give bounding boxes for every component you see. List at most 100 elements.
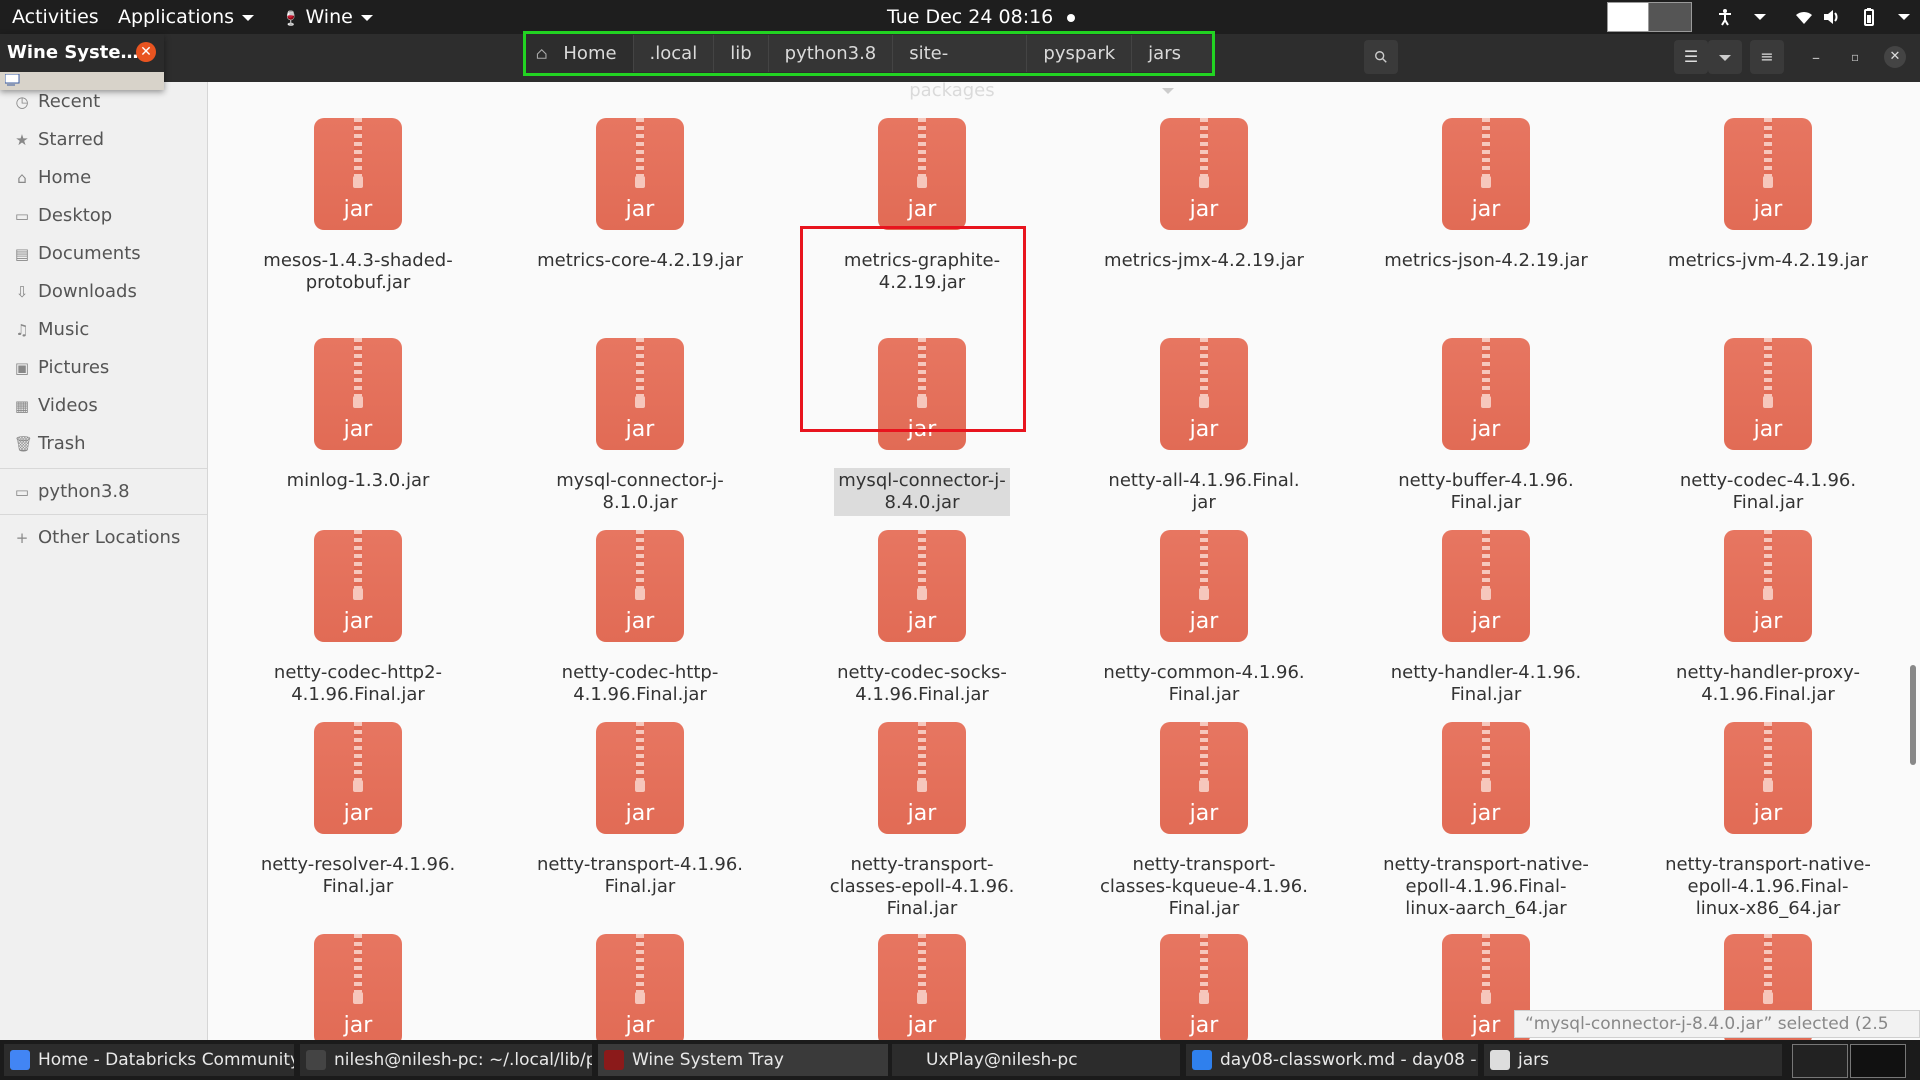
sidebar-item-starred[interactable]: ★ Starred (0, 122, 207, 158)
taskbar-item[interactable]: UxPlay@nilesh-pc (892, 1044, 1180, 1076)
list-view-icon: ☰ (1683, 47, 1699, 66)
taskbar-item[interactable]: Wine System Tray (598, 1044, 888, 1076)
path-crumb-lib[interactable]: lib (714, 35, 769, 72)
sidebar-item-downloads[interactable]: ⇩ Downloads (0, 274, 207, 310)
scrollbar[interactable] (1910, 665, 1916, 765)
file-item[interactable]: jar netty-transport-native-epoll-4.1.96.F… (1376, 722, 1596, 922)
path-crumb-pyspark[interactable]: pyspark (1027, 35, 1133, 72)
file-item[interactable]: jar netty-handler-proxy- 4.1.96.Final.jar (1658, 530, 1878, 708)
file-item[interactable]: jar metrics-core-4.2.19.jar (530, 118, 750, 274)
zipper-icon (636, 530, 644, 588)
wine-icon: 🍷 (282, 11, 300, 27)
file-item[interactable]: jar metrics-jvm-4.2.19.jar (1658, 118, 1878, 274)
minimize-button[interactable]: – (1812, 48, 1820, 67)
taskbar-item[interactable]: jars (1484, 1044, 1782, 1076)
taskbar-item[interactable]: Home - Databricks Community ... (4, 1044, 294, 1076)
workspace-switcher-2[interactable] (1850, 1044, 1906, 1078)
zipper-pull-icon (353, 396, 363, 408)
file-item[interactable]: jar netty-transport-classes-kqueue-4.1.96… (1094, 722, 1314, 922)
taskbar-item[interactable]: nilesh@nilesh-pc: ~/.local/lib/p... (300, 1044, 592, 1076)
file-item[interactable]: jar netty-codec-http- 4.1.96.Final.jar (530, 530, 750, 708)
file-item[interactable]: jarnetty-transport-native-unix-common-4.… (812, 934, 1032, 1040)
sidebar-item-python[interactable]: ▭ python3.8 (0, 474, 207, 510)
taskbar-item[interactable]: day08-classwork.md - day08 - Vi... (1186, 1044, 1478, 1076)
workspace-2[interactable] (1648, 2, 1692, 32)
file-item[interactable]: jar netty-transport-native-epoll-4.1.96.F… (1658, 722, 1878, 922)
jar-archive-icon: jar (314, 118, 402, 230)
sidebar-item-home[interactable]: ⌂ Home (0, 160, 207, 196)
notification-dot-icon (1067, 13, 1076, 22)
wifi-icon[interactable] (1795, 8, 1813, 26)
sidebar-item-trash[interactable]: 🗑 Trash (0, 426, 207, 462)
picture-icon: ▣ (14, 359, 30, 377)
workspace-1[interactable] (1607, 2, 1649, 32)
battery-icon[interactable] (1860, 8, 1878, 26)
file-item[interactable]: jar netty-codec-socks- 4.1.96.Final.jar (812, 530, 1032, 708)
path-crumb-local[interactable]: .local (633, 35, 715, 72)
file-item[interactable]: jar netty-codec-4.1.96. Final.jar (1658, 338, 1878, 516)
maximize-button[interactable]: ▫ (1851, 50, 1859, 64)
sidebar-item-other-locations[interactable]: + Other Locations (0, 520, 207, 556)
sidebar-item-music[interactable]: ♫ Music (0, 312, 207, 348)
path-crumb-jars[interactable]: jars (1132, 35, 1213, 94)
search-button[interactable] (1364, 40, 1398, 74)
zipper-icon (1764, 338, 1772, 396)
volume-icon[interactable] (1822, 8, 1840, 26)
jar-archive-icon: jar (1160, 530, 1248, 642)
file-item[interactable]: jarobjenesis-3.3.jar (1094, 934, 1314, 1040)
menu-button[interactable]: ≡ (1750, 40, 1784, 74)
status-bar: “mysql-connector-j-8.4.0.jar” selected (… (1514, 1010, 1920, 1060)
chevron-down-icon[interactable] (1898, 14, 1910, 20)
jar-archive-icon: jar (596, 722, 684, 834)
file-item[interactable]: jar minlog-1.3.0.jar (248, 338, 468, 494)
file-item[interactable]: jar metrics-json-4.2.19.jar (1376, 118, 1596, 274)
close-icon[interactable]: ✕ (136, 42, 156, 62)
music-icon: ♫ (15, 321, 29, 339)
file-item[interactable]: jar netty-all-4.1.96.Final. jar (1094, 338, 1314, 516)
file-type-label: jar (343, 1013, 373, 1038)
file-item[interactable]: jar metrics-jmx-4.2.19.jar (1094, 118, 1314, 274)
sidebar-item-desktop[interactable]: ▭ Desktop (0, 198, 207, 234)
sidebar-item-pictures[interactable]: ▣ Pictures (0, 350, 207, 386)
file-item[interactable]: jar netty-handler-4.1.96. Final.jar (1376, 530, 1596, 708)
accessibility-icon[interactable] (1716, 8, 1734, 26)
zipper-pull-icon (353, 992, 363, 1004)
file-item[interactable]: jarnetty-transport-native-kqueue-4.1.96.… (530, 934, 750, 1040)
activities-button[interactable]: Activities (12, 6, 99, 28)
zipper-icon (636, 722, 644, 780)
file-item[interactable]: jar netty-resolver-4.1.96. Final.jar (248, 722, 468, 900)
file-item[interactable]: jar mesos-1.4.3-shaded-protobuf.jar (248, 118, 468, 296)
path-crumb-site-packages[interactable]: site-packages (893, 35, 1028, 101)
file-name: netty-transport-native-epoll-4.1.96.Fina… (1665, 854, 1871, 919)
app-menu[interactable]: 🍷 Wine (282, 6, 373, 30)
file-item[interactable]: jar mysql-connector-j- 8.1.0.jar (530, 338, 750, 516)
view-list-button[interactable]: ☰ (1674, 40, 1708, 74)
file-name: metrics-json-4.2.19.jar (1384, 250, 1588, 271)
zipper-pull-icon (917, 588, 927, 600)
path-crumb-python[interactable]: python3.8 (768, 35, 894, 72)
wine-system-tray-window[interactable]: Wine Syste… ✕ (0, 34, 164, 90)
chevron-down-icon[interactable] (1754, 14, 1766, 20)
file-item[interactable]: jar netty-buffer-4.1.96. Final.jar (1376, 338, 1596, 516)
clock[interactable]: Tue Dec 24 08:16 (887, 6, 1076, 28)
file-name: netty-transport-4.1.96. Final.jar (536, 854, 744, 897)
sidebar-item-videos[interactable]: ▦ Videos (0, 388, 207, 424)
tray-app-icon[interactable] (5, 74, 21, 86)
workspace-switcher-1[interactable] (1792, 1044, 1848, 1078)
view-options-button[interactable] (1708, 40, 1742, 74)
file-grid[interactable]: jar mesos-1.4.3-shaded-protobuf.jar jar met… (208, 82, 1908, 1040)
file-name: netty-codec-http- 4.1.96.Final.jar (561, 662, 719, 705)
file-item[interactable]: jar netty-common-4.1.96. Final.jar (1094, 530, 1314, 708)
file-name: netty-codec-4.1.96. Final.jar (1679, 470, 1857, 513)
zipper-icon (354, 530, 362, 588)
file-item[interactable]: jarnetty-transport-native-kqueue-4.1.96.… (248, 934, 468, 1040)
file-name: netty-common-4.1.96. Final.jar (1103, 662, 1305, 705)
applications-menu[interactable]: Applications (118, 6, 255, 28)
sidebar-item-documents[interactable]: ▤ Documents (0, 236, 207, 272)
path-crumb-home[interactable]: Home (547, 35, 634, 72)
file-item[interactable]: jar netty-transport-classes-epoll-4.1.96.… (812, 722, 1032, 922)
file-item[interactable]: jar netty-transport-4.1.96. Final.jar (530, 722, 750, 900)
zipper-pull-icon (353, 588, 363, 600)
close-button[interactable]: ✕ (1884, 46, 1906, 68)
file-item[interactable]: jar netty-codec-http2- 4.1.96.Final.jar (248, 530, 468, 708)
